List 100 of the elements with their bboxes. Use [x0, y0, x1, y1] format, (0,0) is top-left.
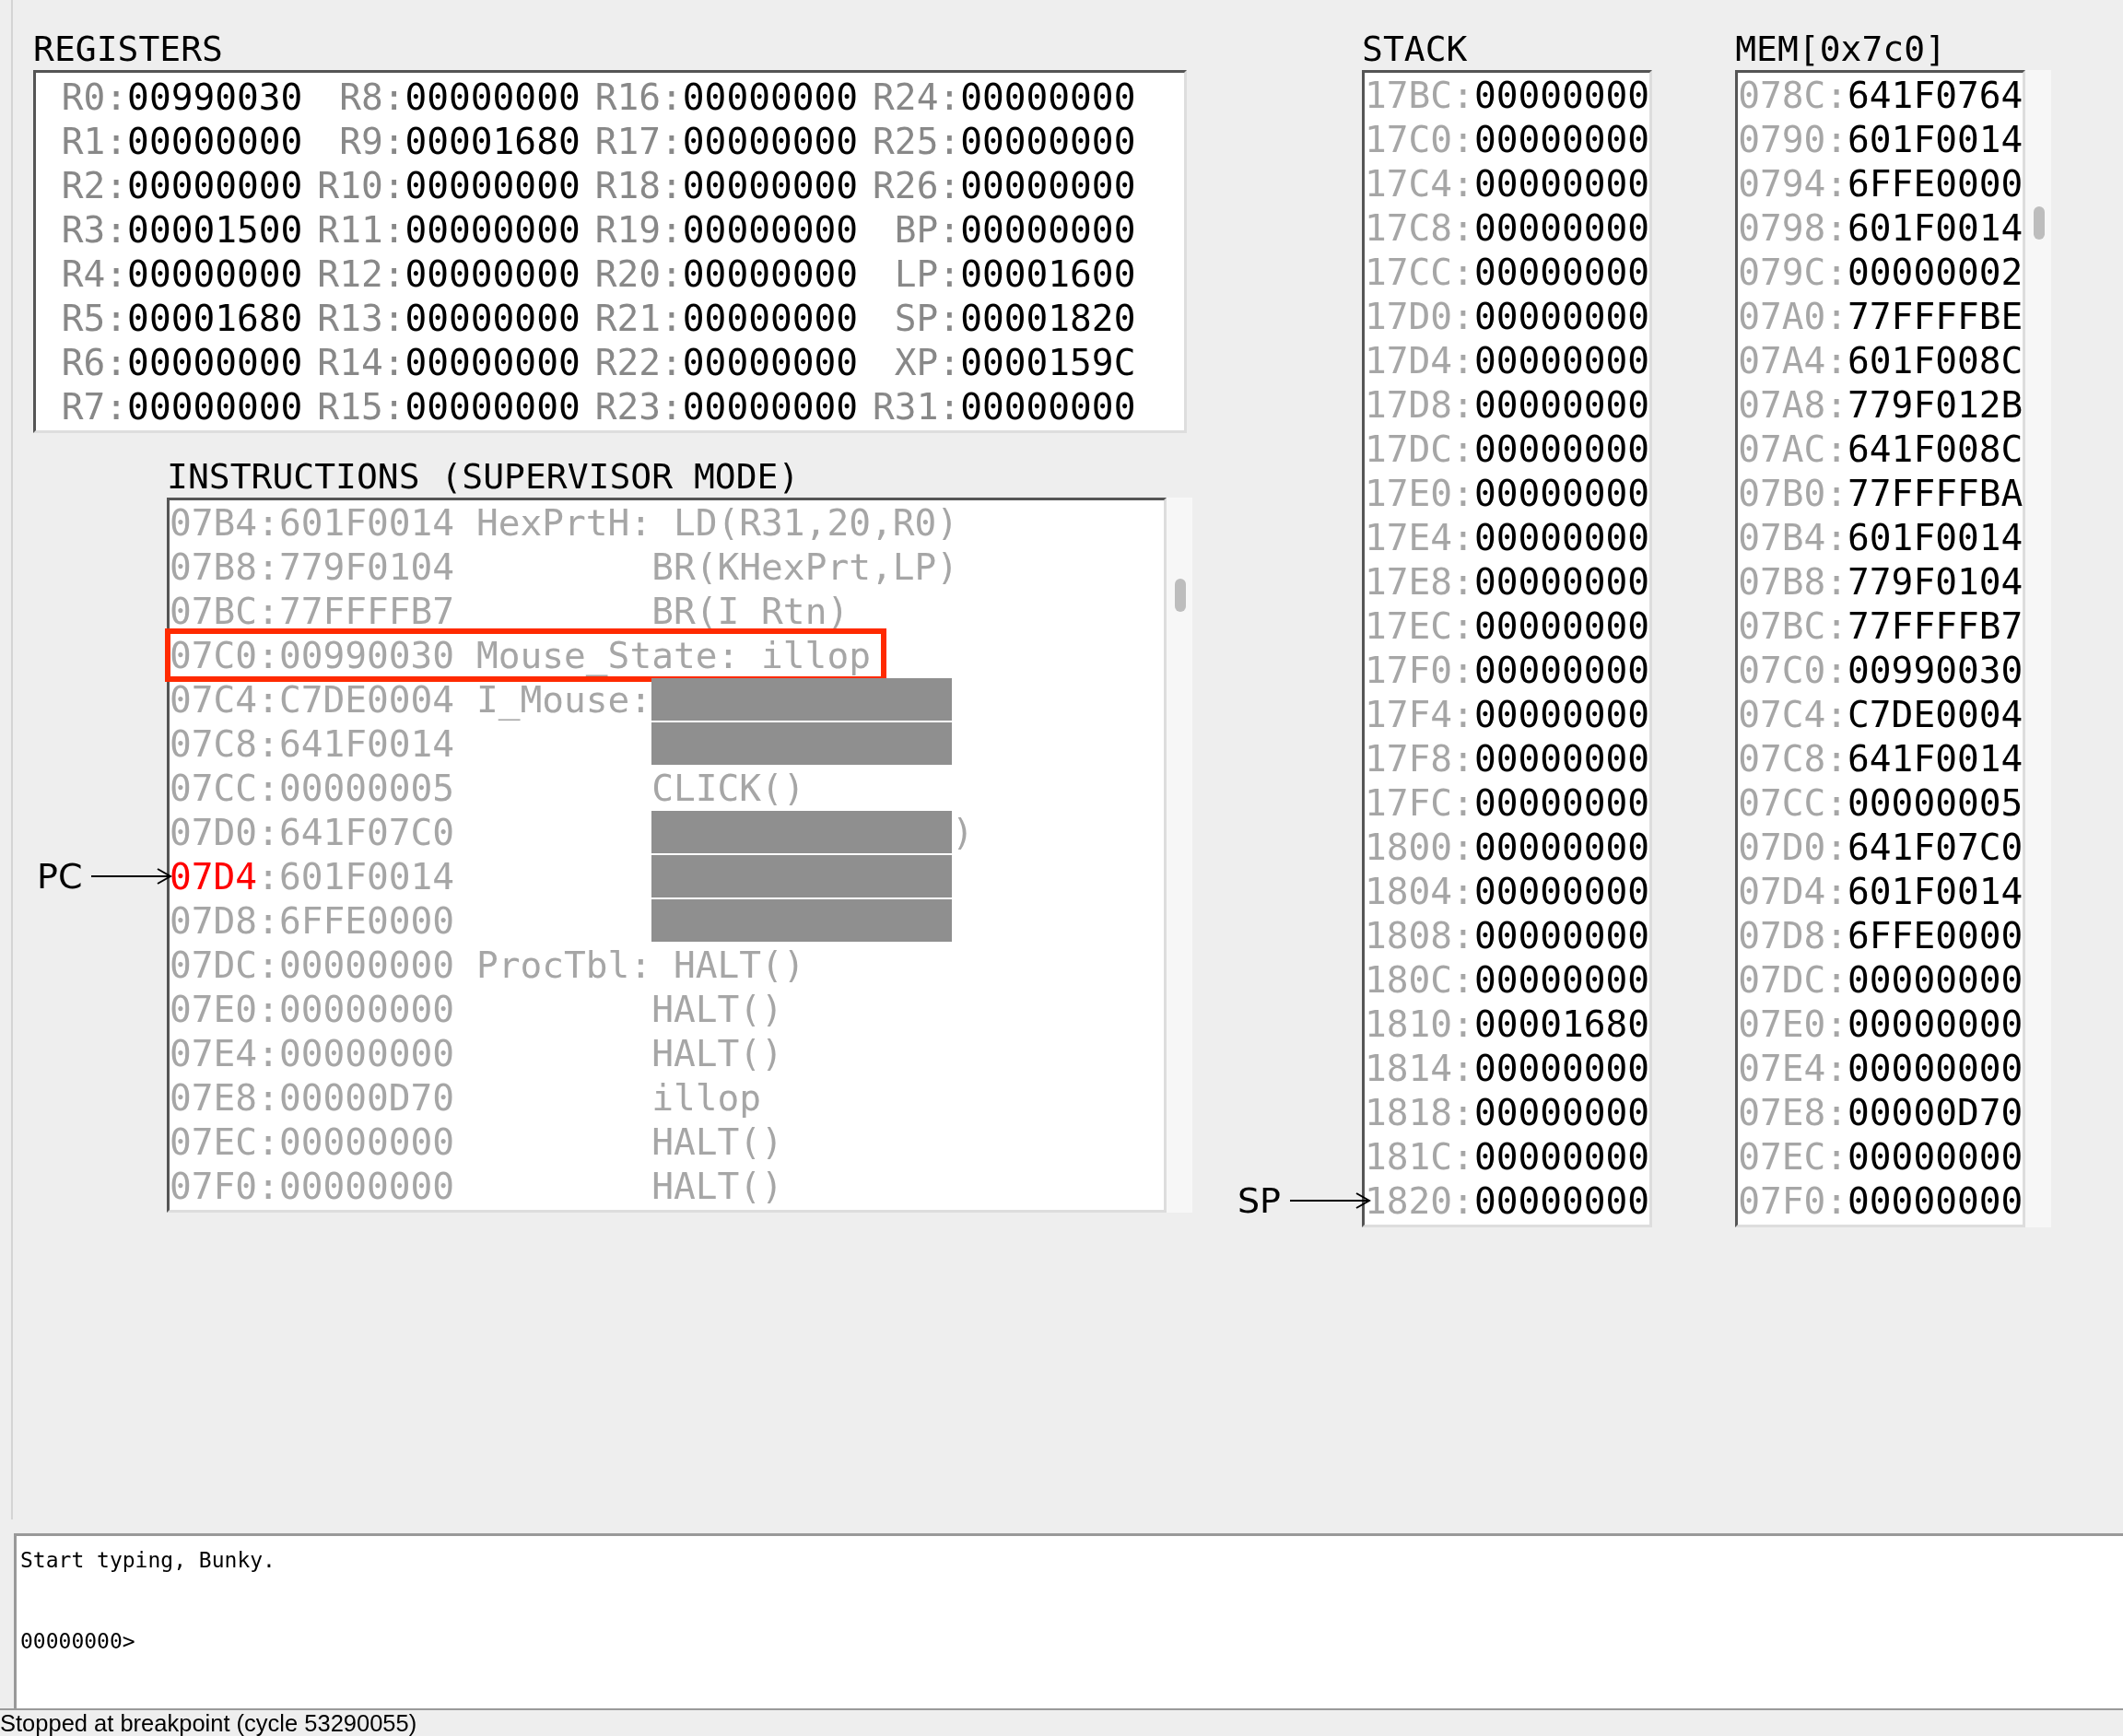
register-value: 00000000 — [682, 120, 859, 162]
memory-value: 641F0764 — [1847, 74, 2023, 116]
instruction-address: 07C0 — [170, 633, 258, 677]
memory-address: 07BC: — [1738, 604, 1848, 647]
register-value: 00000000 — [682, 385, 859, 428]
instruction-text: CLICK() — [651, 766, 805, 810]
instruction-text: HALT() — [651, 1031, 783, 1075]
instruction-address: 07E4 — [170, 1031, 258, 1075]
memory-address: 17D8: — [1365, 383, 1474, 426]
panel-title: REGISTERS — [33, 28, 224, 70]
memory-address: 17EC: — [1365, 604, 1474, 647]
register-value: 0000159C — [960, 341, 1136, 383]
register-name: R7: — [60, 384, 128, 428]
register-name: R6: — [60, 340, 128, 384]
memory-value: 6FFE0000 — [1847, 162, 2023, 205]
instruction-address: 07CC — [170, 766, 258, 810]
memory-address: 07C0: — [1738, 649, 1848, 691]
register-value: 00000000 — [682, 297, 859, 339]
memory-value: 00000000 — [1473, 162, 1650, 205]
memory-address: 07D8: — [1738, 914, 1848, 956]
memory-value: 00000000 — [1473, 604, 1650, 647]
memory-address: 0794: — [1738, 162, 1848, 205]
register-value: 00000000 — [405, 385, 581, 428]
register-value: 00001680 — [127, 297, 303, 339]
instruction-address: 07DC — [170, 943, 258, 987]
memory-value: 00000000 — [1473, 428, 1650, 470]
memory-address: 1814: — [1365, 1047, 1474, 1089]
memory-value: 00000000 — [1473, 339, 1650, 381]
register-value: 00000000 — [960, 120, 1136, 162]
instruction-word: :00000D70 — [257, 1075, 455, 1120]
register-value: 00000000 — [682, 252, 859, 295]
memory-value: 00000000 — [1473, 737, 1650, 780]
instruction-address: 07B4 — [170, 500, 258, 545]
memory-value: 77FFFFBA — [1847, 472, 2023, 514]
register-value: 00000000 — [405, 164, 581, 206]
memory-address: 17F8: — [1365, 737, 1474, 780]
memory-address: 07B4: — [1738, 516, 1848, 558]
scrollbar[interactable] — [2025, 70, 2052, 1227]
instruction-word: :00000000 — [257, 1031, 455, 1075]
instruction-word: :779F0104 — [257, 545, 455, 589]
register-name: R20: — [594, 252, 683, 296]
memory-value: 00000000 — [1473, 1047, 1650, 1089]
memory-address: 17BC: — [1365, 74, 1474, 116]
instruction-word: :00990030 — [257, 633, 455, 677]
register-value: 00000000 — [127, 120, 303, 162]
memory-address: 17F0: — [1365, 649, 1474, 691]
memory-value: 00000000 — [1473, 206, 1650, 249]
register-name: R31: — [873, 384, 961, 428]
memory-address: 07E4: — [1738, 1047, 1848, 1089]
register-value: 00000000 — [405, 208, 581, 251]
console-panel[interactable]: Start typing, Bunky. 00000000> — [14, 1533, 2123, 1708]
memory-value: 00000000 — [1847, 1179, 2023, 1222]
register-name: BP: — [893, 207, 961, 252]
instruction-word: :77FFFFB7 — [257, 589, 455, 633]
register-name: R19: — [594, 207, 683, 252]
memory-value: 00000000 — [1473, 74, 1650, 116]
register-value: 00001680 — [405, 120, 581, 162]
register-name: R18: — [594, 163, 683, 207]
instruction-address: 07E0 — [170, 987, 258, 1031]
register-name: R23: — [594, 384, 683, 428]
memory-address: 17DC: — [1365, 428, 1474, 470]
memory-value: 601F0014 — [1847, 870, 2023, 912]
instruction-address: 07EC — [170, 1120, 258, 1164]
code-label: Mouse_State: — [475, 633, 740, 677]
instruction-text: HALT() — [651, 987, 783, 1031]
memory-value: 00000000 — [1847, 1003, 2023, 1045]
register-name: R8: — [338, 75, 405, 119]
register-value: 00001500 — [127, 208, 303, 251]
memory-value: 00000002 — [1847, 251, 2023, 293]
memory-value: 77FFFFB7 — [1847, 604, 2023, 647]
memory-address: 07C8: — [1738, 737, 1848, 780]
memory-address: 0798: — [1738, 206, 1848, 249]
register-name: R15: — [317, 384, 405, 428]
memory-value: 00000000 — [1473, 118, 1650, 160]
scroll-thumb[interactable] — [1175, 579, 1186, 612]
register-name: R9: — [338, 119, 405, 163]
memory-address: 079C: — [1738, 251, 1848, 293]
memory-address: 17C0: — [1365, 118, 1474, 160]
instruction-text: HALT() — [651, 1164, 783, 1208]
memory-value: 00000000 — [1473, 649, 1650, 691]
memory-address: 1818: — [1365, 1091, 1474, 1133]
register-name: R1: — [60, 119, 128, 163]
register-name: R5: — [60, 296, 128, 340]
memory-value: 601F0014 — [1847, 206, 2023, 249]
memory-address: 07AC: — [1738, 428, 1848, 470]
memory-address: 07A8: — [1738, 383, 1848, 426]
scroll-thumb[interactable] — [2034, 206, 2046, 240]
memory-value: 00000000 — [1473, 958, 1650, 1001]
scrollbar[interactable] — [1167, 498, 1192, 1213]
memory-value: 00000000 — [1473, 560, 1650, 603]
instruction-address: 07D4 — [170, 854, 258, 898]
memory-value: 00000000 — [1473, 693, 1650, 735]
memory-value: 601F0014 — [1847, 516, 2023, 558]
memory-address: 180C: — [1365, 958, 1474, 1001]
instruction-address: 07C8 — [170, 721, 258, 766]
memory-address: 17D4: — [1365, 339, 1474, 381]
register-value: 00000000 — [405, 252, 581, 295]
instruction-word: :00000000 — [257, 943, 455, 987]
memory-value: 00000000 — [1473, 472, 1650, 514]
memory-value: 601F0014 — [1847, 118, 2023, 160]
